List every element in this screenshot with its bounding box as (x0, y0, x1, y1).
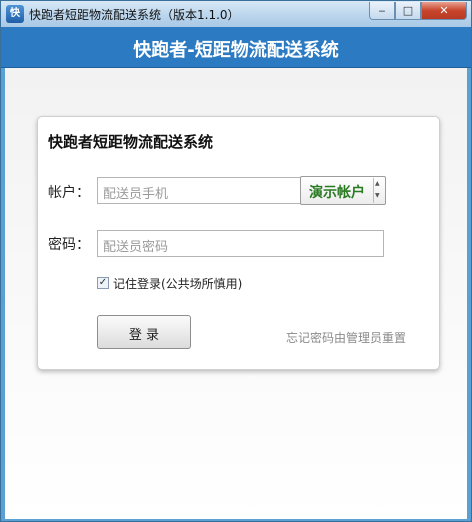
account-label: 帐户： (48, 185, 90, 201)
content-area: 快跑者短距物流配送系统 帐户： 配送员手机 演示帐户 ▲ ▼ 密码： 配送员密码… (5, 68, 467, 519)
title-bar[interactable]: 快 快跑者短距物流配送系统（版本1.1.0） ‒ □ ✕ (1, 1, 471, 27)
panel-title: 快跑者短距物流配送系统 (48, 133, 214, 151)
demo-account-spinner[interactable]: ▲ ▼ (373, 178, 384, 203)
header-title: 快跑者-短距物流配送系统 (133, 40, 339, 61)
login-button[interactable]: 登 录 (97, 315, 191, 349)
password-placeholder: 配送员密码 (103, 240, 169, 255)
password-label: 密码： (48, 237, 90, 253)
login-panel: 快跑者短距物流配送系统 帐户： 配送员手机 演示帐户 ▲ ▼ 密码： 配送员密码… (37, 116, 440, 370)
demo-account-label: 演示帐户 (309, 185, 365, 201)
close-icon: ✕ (439, 4, 449, 17)
remember-checkbox[interactable]: ✓ (97, 277, 109, 289)
demo-account-select[interactable]: 演示帐户 ▲ ▼ (300, 176, 386, 205)
account-input[interactable]: 配送员手机 (97, 177, 301, 204)
minimize-icon: ‒ (378, 4, 386, 17)
window-title: 快跑者短距物流配送系统（版本1.1.0） (29, 8, 240, 22)
forgot-password-note: 忘记密码由管理员重置 (286, 331, 407, 345)
password-input[interactable]: 配送员密码 (97, 230, 384, 257)
app-icon: 快 (6, 5, 24, 23)
maximize-icon: □ (402, 4, 414, 17)
minimize-button[interactable]: ‒ (369, 2, 395, 20)
close-button[interactable]: ✕ (421, 2, 467, 20)
remember-label[interactable]: 记住登录(公共场所慎用) (113, 275, 242, 292)
header-banner: 快跑者-短距物流配送系统 (1, 27, 471, 68)
account-placeholder: 配送员手机 (103, 187, 169, 202)
spin-up-icon[interactable]: ▲ (375, 180, 380, 188)
spin-down-icon[interactable]: ▼ (375, 192, 380, 200)
maximize-button[interactable]: □ (395, 2, 421, 20)
login-button-label: 登 录 (128, 328, 160, 343)
app-window: 快 快跑者短距物流配送系统（版本1.1.0） ‒ □ ✕ 快跑者-短距物流配送系… (0, 0, 472, 522)
